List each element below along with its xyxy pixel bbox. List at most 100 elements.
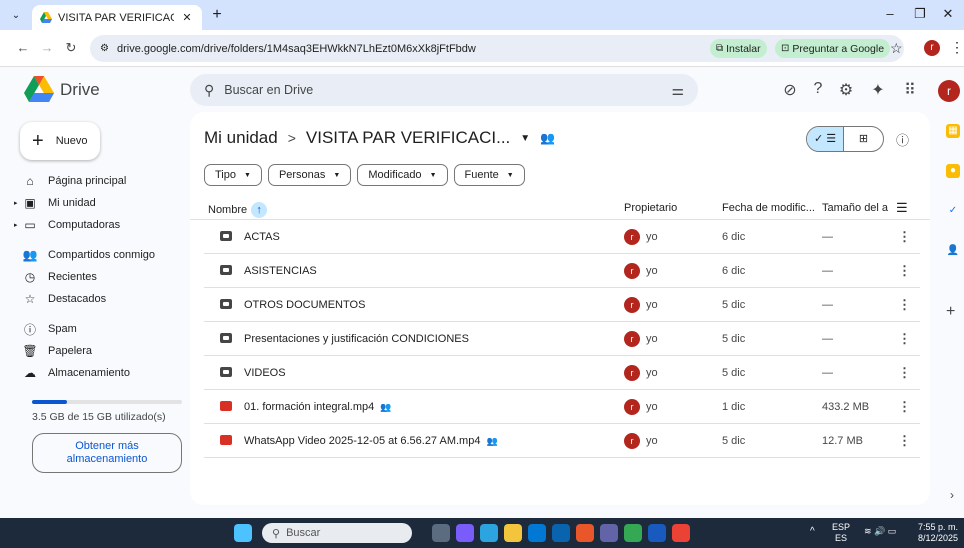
column-header-size[interactable]: Tamaño del a [822,202,888,214]
chrome-profile-icon[interactable] [672,524,690,542]
word-icon[interactable] [648,524,666,542]
file-name-cell[interactable]: Presentaciones y justificación CONDICION… [244,333,469,345]
forward-icon[interactable]: → [38,40,56,55]
table-row[interactable]: 01. formación integral.mp4 👥 r yo 1 dic 433.2… [204,390,920,424]
sidebar-item-my-drive[interactable]: ▸ ▣ Mi unidad [12,192,182,214]
window-close-icon[interactable]: ✕ [938,6,958,22]
more-actions-icon[interactable]: ⋮ [898,365,911,381]
sort-options-icon[interactable]: ☰ [896,200,908,216]
account-avatar[interactable]: r [938,80,960,102]
sidebar-item-starred[interactable]: ☆ Destacados [12,288,182,310]
gemini-sparkle-icon[interactable]: ✦ [868,80,888,100]
folder-menu-dropdown-icon[interactable]: ▼ [520,133,530,144]
tab-search-chevron-icon[interactable]: ⌄ [8,8,24,24]
ask-google-chip[interactable]: ⊡ Preguntar a Google [775,39,891,58]
chrome-icon[interactable] [624,524,642,542]
sidebar-item-computers[interactable]: ▸ ▭ Computadoras [12,214,182,236]
shared-folder-icon[interactable]: 👥 [540,131,555,145]
taskbar-search[interactable]: ⚲ Buscar [262,523,412,543]
drive-logo-icon[interactable] [24,76,54,102]
network-volume-battery-icon[interactable]: ≋ 🔊 ▭ [864,526,896,537]
more-actions-icon[interactable]: ⋮ [898,331,911,347]
filter-source[interactable]: Fuente ▼ [453,164,525,186]
contacts-icon[interactable]: 👤 [946,244,960,258]
sidebar-item-spam[interactable]: ⓘ Spam [12,318,182,340]
tasks-icon[interactable]: ✓ [946,204,960,218]
sidebar-item-recent[interactable]: ◷ Recientes [12,266,182,288]
filter-people[interactable]: Personas ▼ [267,164,352,186]
reload-icon[interactable]: ↻ [62,40,80,56]
search-options-icon[interactable]: ⚌ [671,82,684,99]
calendar-icon[interactable]: ▦ [946,124,960,138]
grid-view-button[interactable]: ⊞ [844,127,883,151]
column-header-modified[interactable]: Fecha de modific... [722,202,815,214]
table-row[interactable]: VIDEOS r yo 5 dic — ⋮ [204,356,920,390]
store-icon[interactable] [528,524,546,542]
search-icon[interactable]: ⚲ [204,82,214,99]
get-addons-icon[interactable]: + [946,303,955,321]
file-explorer-icon[interactable] [504,524,522,542]
search-bar[interactable]: ⚲ ⚌ [190,74,698,106]
install-chip[interactable]: ⧉ Instalar [710,39,767,58]
sort-ascending-icon[interactable]: ↑ [251,202,268,218]
site-info-icon[interactable]: ⚙ [100,43,109,54]
browser-menu-icon[interactable]: ⋮ [950,39,964,56]
offline-ready-icon[interactable]: ⊘ [780,80,800,100]
restore-icon[interactable]: ❐ [910,6,930,22]
more-actions-icon[interactable]: ⋮ [898,229,911,245]
breadcrumb-current[interactable]: VISITA PAR VERIFICACI... [306,128,510,148]
settings-gear-icon[interactable]: ⚙ [836,80,856,100]
table-row[interactable]: ASISTENCIAS r yo 6 dic — ⋮ [204,254,920,288]
column-header-name[interactable]: Nombre ↑ [208,202,268,218]
keep-icon[interactable]: ● [946,164,960,178]
more-actions-icon[interactable]: ⋮ [898,399,911,415]
file-name-cell[interactable]: ASISTENCIAS [244,265,317,277]
file-name-cell[interactable]: WhatsApp Video 2025-12-05 at 6.56.27 AM.… [244,435,498,447]
more-actions-icon[interactable]: ⋮ [898,433,911,449]
apps-grid-icon[interactable]: ⠿ [900,80,920,100]
sidebar-item-storage[interactable]: ☁ Almacenamiento [12,362,182,384]
expand-caret-icon[interactable]: ▸ [14,199,18,207]
minimize-icon[interactable]: – [880,6,900,21]
more-actions-icon[interactable]: ⋮ [898,297,911,313]
task-view-icon[interactable] [432,524,450,542]
list-view-button[interactable]: ✓ ☰ [807,127,845,151]
firefox-icon[interactable] [576,524,594,542]
app-name[interactable]: Drive [60,80,100,100]
url-text[interactable]: drive.google.com/drive/folders/1M4saq3EH… [117,43,476,55]
sidebar-item-home[interactable]: ⌂ Página principal [12,170,182,192]
side-panel-expand-icon[interactable]: › [950,488,954,502]
tab-close-icon[interactable]: ✕ [180,11,194,24]
table-row[interactable]: WhatsApp Video 2025-12-05 at 6.56.27 AM.… [204,424,920,458]
sidebar-item-shared-with-me[interactable]: 👥 Compartidos conmigo [12,244,182,266]
copilot-icon[interactable] [456,524,474,542]
bookmark-star-icon[interactable]: ☆ [890,40,903,57]
new-tab-icon[interactable]: + [208,6,226,24]
outlook-icon[interactable] [552,524,570,542]
sidebar-item-trash[interactable]: 🗑 Papelera [12,340,182,362]
file-name-cell[interactable]: ACTAS [244,231,280,243]
more-actions-icon[interactable]: ⋮ [898,263,911,279]
browser-tab[interactable]: VISITA PAR VERIFICACION TGO ✕ [32,5,202,30]
browser-profile-avatar[interactable]: r [924,40,940,56]
help-icon[interactable]: ? [808,80,828,98]
get-more-storage-button[interactable]: Obtener más almacenamiento [32,433,182,473]
search-input[interactable] [224,83,662,97]
omnibox[interactable]: ⚙ drive.google.com/drive/folders/1M4saq3… [90,35,904,62]
column-header-owner[interactable]: Propietario [624,202,677,214]
file-name-cell[interactable]: OTROS DOCUMENTOS [244,299,365,311]
table-row[interactable]: ACTAS r yo 6 dic — ⋮ [204,220,920,254]
filter-modified[interactable]: Modificado ▼ [357,164,448,186]
clock[interactable]: 7:55 p. m. 8/12/2025 [918,522,958,544]
expand-caret-icon[interactable]: ▸ [14,221,18,229]
breadcrumb-root[interactable]: Mi unidad [204,128,278,148]
table-row[interactable]: OTROS DOCUMENTOS r yo 5 dic — ⋮ [204,288,920,322]
input-language[interactable]: ESP ES [832,522,850,544]
teams-icon[interactable] [600,524,618,542]
tray-overflow-icon[interactable]: ^ [810,526,815,537]
back-icon[interactable]: ← [14,40,32,55]
windows-start-icon[interactable] [234,524,252,542]
widgets-icon[interactable] [480,524,498,542]
table-row[interactable]: Presentaciones y justificación CONDICION… [204,322,920,356]
details-info-icon[interactable]: ⓘ [896,130,909,149]
